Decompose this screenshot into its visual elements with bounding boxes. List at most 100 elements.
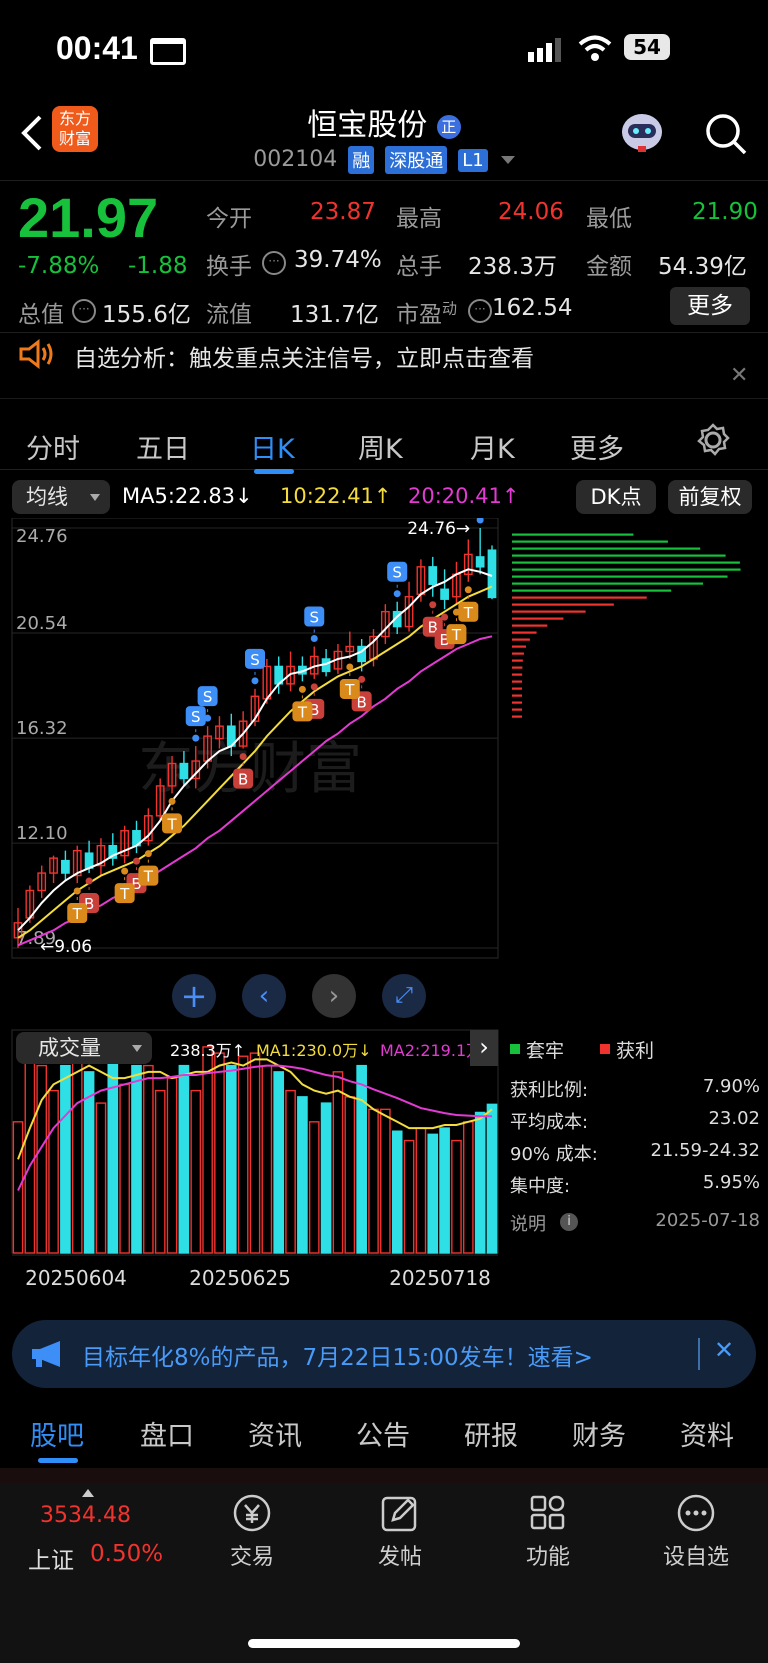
info-circle-icon[interactable]: i — [560, 1213, 578, 1231]
info-icon[interactable]: ··· — [72, 299, 96, 323]
volume-selector[interactable]: 成交量 — [16, 1032, 152, 1064]
scroll-right-button[interactable]: › — [312, 974, 356, 1018]
low-label: 最低 — [586, 206, 632, 232]
scroll-left-button[interactable]: ‹ — [242, 974, 286, 1018]
cost-distribution-legend: 套牢 获利 — [510, 1036, 760, 1066]
tab-research[interactable]: 研报 — [464, 1414, 518, 1453]
signal-dot — [121, 867, 129, 875]
tab-news[interactable]: 资讯 — [248, 1414, 302, 1453]
zoom-in-button[interactable]: + — [172, 974, 216, 1018]
low-value: 21.90 — [692, 199, 758, 225]
fullscreen-button[interactable]: ⤢ — [382, 974, 426, 1018]
signal-badge-letter: S — [250, 651, 260, 669]
tab-weekly[interactable]: 周K — [358, 427, 403, 466]
tab-daily[interactable]: 日K — [250, 427, 295, 466]
ma-indicator-row: 均线 MA5:22.83↓ 10:22.41↑ 20:20.41↑ DK点 前复… — [0, 478, 768, 518]
promo-banner[interactable]: 目标年化8%的产品，7月22日15:00发车！速看> ✕ — [12, 1320, 756, 1388]
volume-bar — [332, 1071, 344, 1254]
tab-orderbook[interactable]: 盘口 — [140, 1414, 194, 1453]
verified-badge: 正 — [436, 114, 461, 139]
signal-badge-letter: T — [451, 626, 462, 644]
tab-more[interactable]: 更多 — [570, 427, 624, 466]
tab-announcements[interactable]: 公告 — [356, 1414, 410, 1453]
info-icon[interactable]: ··· — [468, 299, 492, 323]
cost-bar — [512, 610, 586, 613]
stat-value: 5.95% — [702, 1172, 760, 1193]
signal-badge-letter: S — [392, 564, 402, 582]
trade-button[interactable]: 交易 — [192, 1493, 312, 1571]
volume-bar — [225, 1064, 237, 1254]
wifi-icon — [578, 34, 612, 66]
bottom-toolbar: 3534.48 上证 0.50% 交易 发帖 功能 设自选 — [0, 1483, 768, 1663]
close-icon[interactable]: ✕ — [730, 363, 748, 388]
signal-dot — [429, 601, 437, 609]
functions-button[interactable]: 功能 — [488, 1493, 608, 1571]
stock-name: 恒宝股份 — [307, 108, 428, 143]
indicator-selector[interactable]: 均线 — [12, 480, 110, 514]
tab-monthly[interactable]: 月K — [470, 427, 515, 466]
volume-bar — [178, 1064, 190, 1254]
candle-body — [179, 762, 189, 780]
y-tick-label: 24.76 — [16, 526, 68, 547]
volume-bar — [439, 1127, 450, 1254]
add-watchlist-button[interactable]: 设自选 — [636, 1493, 756, 1571]
y-tick-label: 16.32 — [16, 718, 68, 739]
quote-panel: 21.97 -7.88% -1.88 今开 23.87 最高 24.06 最低 … — [0, 180, 768, 331]
signal-badge-letter: T — [143, 868, 154, 886]
signal-badge-letter: T — [463, 604, 474, 622]
grid-icon — [530, 1495, 565, 1530]
volume-bar — [320, 1102, 332, 1254]
candle-body — [428, 566, 438, 585]
add-watchlist-label: 设自选 — [662, 1545, 729, 1570]
volume-bar — [154, 1089, 166, 1254]
expand-right-icon[interactable]: › — [470, 1030, 498, 1066]
legend-profit-swatch — [600, 1044, 610, 1054]
more-button[interactable]: 更多 — [670, 287, 750, 325]
settings-gear-icon[interactable] — [696, 423, 730, 461]
tab-finance[interactable]: 财务 — [572, 1414, 626, 1453]
adjust-button[interactable]: 前复权 — [668, 480, 752, 514]
ma5-value: MA5:22.83↓ — [122, 484, 253, 508]
volume-bar — [380, 1108, 391, 1254]
bed-icon — [150, 38, 186, 65]
signal-dot — [464, 586, 472, 594]
signal-dot — [310, 683, 318, 691]
signal-badge-letter: T — [166, 815, 177, 833]
float-value: 131.7亿 — [290, 302, 379, 328]
volume-bar — [451, 1139, 462, 1254]
cost-bar — [512, 540, 668, 543]
content-tabs: 股吧 盘口 资讯 公告 研报 财务 资料 — [0, 1398, 768, 1468]
tab-forum[interactable]: 股吧 — [30, 1414, 84, 1453]
post-button[interactable]: 发帖 — [340, 1493, 460, 1571]
search-icon[interactable] — [704, 112, 748, 160]
volume-bar — [107, 1061, 119, 1254]
period-tabs: 分时 五日 日K 周K 月K 更多 — [0, 398, 768, 474]
signal-dot — [133, 857, 140, 865]
signal-dot — [73, 887, 81, 895]
volume-bar — [415, 1127, 427, 1254]
volume-bar — [285, 1089, 296, 1254]
functions-label: 功能 — [525, 1545, 570, 1570]
legend-profit: 获利 — [616, 1040, 655, 1062]
cost-bar — [512, 596, 647, 599]
signal-dot — [144, 850, 152, 858]
caret-icon — [132, 1045, 142, 1052]
y-tick-label: 12.10 — [16, 823, 68, 844]
volume-bar — [297, 1096, 308, 1254]
tab-five-day[interactable]: 五日 — [136, 427, 190, 466]
tab-profile[interactable]: 资料 — [680, 1414, 734, 1453]
tab-intraday[interactable]: 分时 — [26, 427, 80, 466]
turnover-label: 换手 — [206, 254, 252, 280]
info-icon[interactable]: ··· — [262, 251, 286, 275]
analysis-notice[interactable]: 自选分析：触发重点关注信号，立即点击查看 ✕ — [0, 332, 768, 397]
volume-bar — [95, 1102, 107, 1254]
amount-value: 54.39亿 — [658, 254, 747, 280]
battery-level: 54 — [633, 35, 661, 59]
volume-bar — [486, 1103, 498, 1254]
signal-badge-letter: B — [238, 771, 248, 789]
volume-bar — [214, 1052, 225, 1254]
dk-point-button[interactable]: DK点 — [576, 480, 656, 514]
robot-assistant-icon[interactable] — [618, 110, 666, 154]
signal-dot — [441, 613, 449, 621]
banner-close-icon[interactable]: ✕ — [714, 1336, 734, 1364]
